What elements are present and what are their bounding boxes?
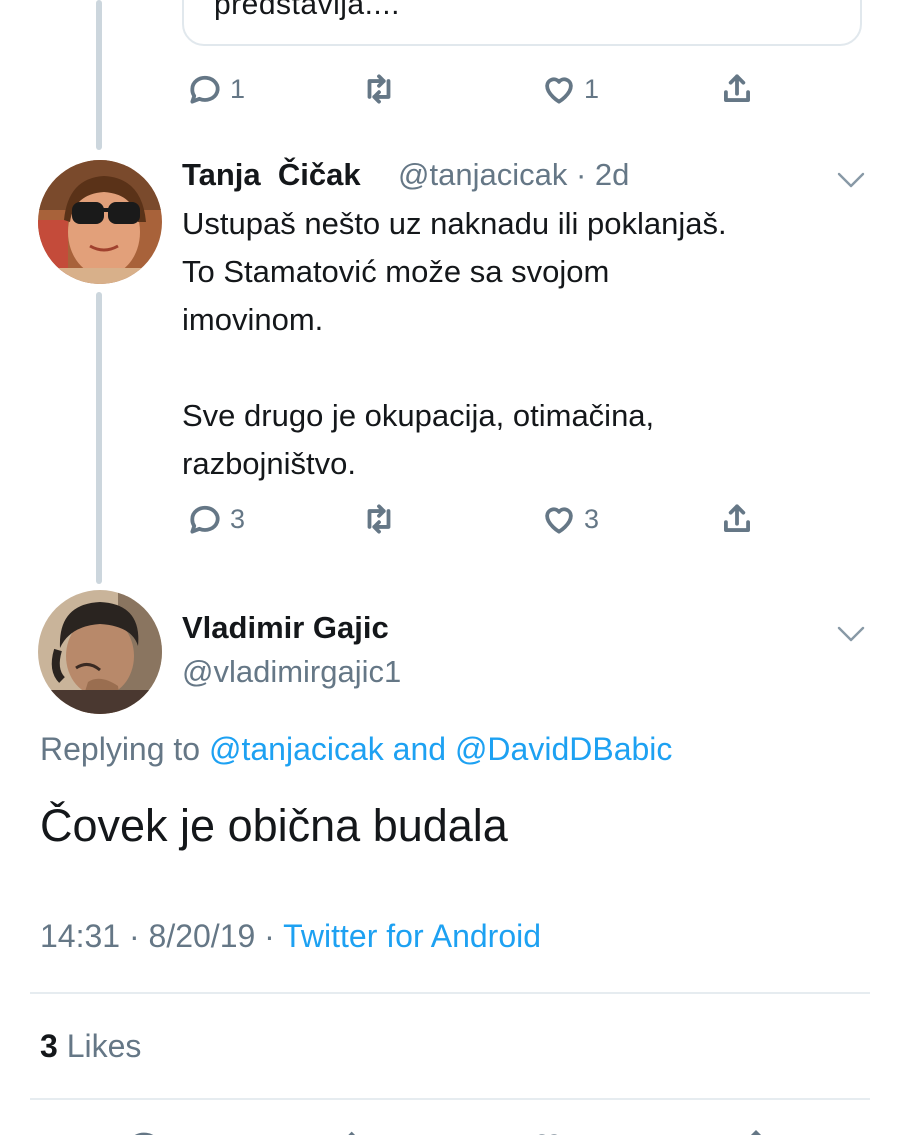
share-icon bbox=[724, 74, 750, 102]
reply-icon bbox=[190, 505, 220, 534]
tweet1-action-bar: 1 1 bbox=[182, 67, 782, 111]
retweet-button[interactable] bbox=[360, 67, 398, 111]
tweet-time: 14:31 bbox=[40, 918, 121, 954]
divider bbox=[30, 992, 870, 994]
more-menu-button[interactable] bbox=[836, 624, 866, 644]
tweet-text: Ustupaš nešto uz naknadu ili poklanjaš. … bbox=[182, 200, 727, 488]
tweet-source-link[interactable]: Twitter for Android bbox=[283, 918, 541, 954]
tweet-text-line: razbojništvo. bbox=[182, 446, 357, 481]
main-tweet-text: Čovek je obična budala bbox=[40, 800, 508, 851]
like-button[interactable]: 1 bbox=[540, 67, 599, 111]
author-handle-text: @tanjacicak bbox=[398, 157, 568, 192]
tweet-text-line bbox=[182, 344, 727, 392]
author-handle[interactable]: @vladimirgajic1 bbox=[182, 654, 401, 690]
reply-button[interactable]: 3 bbox=[186, 497, 245, 541]
thread-connector-top bbox=[96, 0, 102, 150]
avatar-tanja[interactable] bbox=[38, 160, 162, 284]
replying-to: Replying to @tanjacicak and @DavidDBabic bbox=[40, 731, 672, 768]
thread-connector-middle bbox=[96, 292, 102, 584]
likes-label: Likes bbox=[66, 1028, 142, 1064]
share-button[interactable] bbox=[718, 67, 756, 111]
like-count: 1 bbox=[584, 73, 600, 104]
reply-button[interactable]: 1 bbox=[186, 67, 245, 111]
likes-count: 3 bbox=[40, 1028, 58, 1064]
author-name[interactable]: Vladimir Gajic bbox=[182, 610, 389, 646]
mention-2: @DavidDBabic bbox=[454, 731, 673, 767]
chevron-down-icon bbox=[837, 172, 865, 188]
heart-icon bbox=[545, 77, 573, 104]
reply-count: 3 bbox=[230, 503, 246, 534]
mention-and: and bbox=[392, 731, 447, 767]
tweet-date: 8/20/19 bbox=[148, 918, 256, 954]
retweet-button[interactable] bbox=[360, 497, 398, 541]
quoted-tweet-text: predstavija.... bbox=[214, 0, 400, 21]
replying-prefix: Replying to bbox=[40, 731, 201, 767]
retweet-icon[interactable] bbox=[328, 1126, 372, 1135]
tweet-meta: 14:31 · 8/20/19 · Twitter for Android bbox=[40, 918, 541, 955]
heart-icon bbox=[545, 507, 573, 534]
like-count: 3 bbox=[584, 503, 600, 534]
meta-separator: · bbox=[264, 918, 275, 954]
mention-1: @tanjacicak bbox=[208, 731, 384, 767]
reply-icon[interactable] bbox=[122, 1126, 166, 1135]
heart-icon[interactable] bbox=[526, 1126, 570, 1135]
reply-count: 1 bbox=[230, 73, 246, 104]
tweet2-action-bar: 3 3 bbox=[182, 497, 782, 541]
divider bbox=[30, 1098, 870, 1100]
share-button[interactable] bbox=[718, 497, 756, 541]
tweet-text-line: To Stamatović može sa svojom bbox=[182, 254, 610, 289]
more-menu-button[interactable] bbox=[836, 170, 866, 190]
avatar-vladimir[interactable] bbox=[38, 590, 162, 714]
main-tweet-action-bar bbox=[0, 1118, 900, 1135]
mention-link[interactable]: @tanjacicak and @DavidDBabic bbox=[209, 731, 672, 767]
tweet-age: · 2d bbox=[575, 157, 630, 192]
tweet-text-line: imovinom. bbox=[182, 302, 324, 337]
tweet-text-line: Sve drugo je okupacija, otimačina, bbox=[182, 398, 655, 433]
author-name[interactable]: Tanja Čičak bbox=[182, 157, 361, 193]
retweet-icon bbox=[367, 74, 391, 104]
chevron-down-icon bbox=[837, 626, 865, 642]
quoted-tweet-card[interactable]: predstavija.... bbox=[182, 0, 862, 46]
tweet-text-line: Ustupaš nešto uz naknadu ili poklanjaš. bbox=[182, 206, 727, 241]
share-icon bbox=[724, 504, 750, 532]
share-icon[interactable] bbox=[734, 1126, 778, 1135]
meta-separator: · bbox=[128, 918, 140, 954]
retweet-icon bbox=[367, 504, 391, 534]
like-button[interactable]: 3 bbox=[540, 497, 599, 541]
likes-summary[interactable]: 3 Likes bbox=[40, 1028, 141, 1065]
author-handle[interactable]: @tanjacicak · 2d bbox=[398, 157, 629, 193]
reply-icon bbox=[190, 75, 220, 104]
